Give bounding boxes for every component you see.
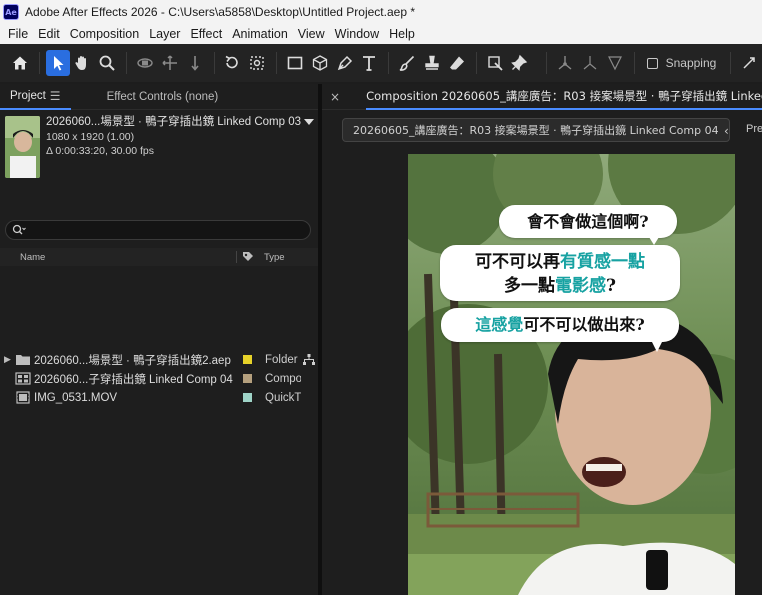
eraser-icon[interactable] <box>445 50 469 76</box>
snapping-toggle[interactable]: Snapping <box>646 56 717 70</box>
project-item-footage[interactable]: IMG_0531.MOV QuickTi <box>0 388 318 407</box>
puppet-pin-icon[interactable] <box>507 50 531 76</box>
chevron-down-icon[interactable] <box>304 118 315 125</box>
flowchart-icon[interactable] <box>303 354 315 365</box>
speech-bubble-2: 可不可以再有質感一點 多一點電影感? <box>440 245 680 301</box>
snapping-label: Snapping <box>665 56 717 70</box>
bubble-2-line2c: ? <box>606 276 616 296</box>
selected-item-resolution: 1080 x 1920 (1.00) <box>46 131 135 143</box>
folder-icon <box>16 355 30 365</box>
roto-brush-icon[interactable] <box>483 50 507 76</box>
label-color-swatch[interactable] <box>243 355 252 364</box>
search-icon <box>12 224 26 235</box>
bubble-2-line2b: 電影感 <box>555 276 607 296</box>
rotate-icon[interactable] <box>221 50 245 76</box>
composition-viewer[interactable]: 會不會做這個啊? 可不可以再有質感一點 多一點電影感? 這感覺可不可以做出來? <box>408 154 735 595</box>
project-item-composition[interactable]: 2026060...子穿插出鏡 Linked Comp 04 Compo <box>0 369 318 388</box>
label-tag-icon[interactable] <box>242 251 254 263</box>
bubble-1-text: 會不會做這個啊? <box>527 212 649 231</box>
composition-icon <box>15 372 31 385</box>
column-type[interactable]: Type <box>264 252 285 263</box>
tab-effect-controls-label: Effect Controls (none) <box>106 90 219 103</box>
speech-bubble-1: 會不會做這個啊? <box>499 205 677 245</box>
search-input[interactable] <box>30 224 290 236</box>
selected-item-duration: Δ 0:00:33:20, 30.00 fps <box>46 145 155 157</box>
selected-item-info: 2026060...場景型 · 鴨子穿插出鏡 Linked Comp 03 10… <box>46 113 315 157</box>
pen-icon[interactable] <box>333 50 357 76</box>
project-item-type: QuickTi <box>265 391 301 404</box>
footage-icon <box>16 391 30 404</box>
selected-item-name: 2026060...場景型 · 鴨子穿插出鏡 Linked Comp 03 <box>46 116 302 128</box>
text-icon[interactable] <box>358 50 382 76</box>
orbit-camera-icon[interactable] <box>133 50 157 76</box>
selected-item-thumbnail <box>5 116 40 178</box>
label-color-swatch[interactable] <box>243 393 252 402</box>
project-panel: Project ☰ Effect Controls (none) 2026060… <box>0 84 318 595</box>
bubble-2-line2a: 多一點 <box>504 276 556 296</box>
clone-stamp-icon[interactable] <box>420 50 444 76</box>
composition-breadcrumb[interactable]: 20260605_講座廣告：R03 接案場景型 · 鴨子穿插出鏡 Linked … <box>342 118 730 142</box>
bubble-2-line1a: 可不可以再 <box>475 252 560 272</box>
hand-icon[interactable] <box>71 50 95 76</box>
cube-icon[interactable] <box>308 50 332 76</box>
project-item-type: Folder <box>265 353 298 366</box>
menu-file[interactable]: File <box>4 27 34 41</box>
menu-effect[interactable]: Effect <box>186 27 228 41</box>
project-item-type: Compo <box>265 372 301 385</box>
snap-options-icon[interactable] <box>737 50 761 76</box>
axis-world-icon[interactable] <box>578 50 602 76</box>
menu-window[interactable]: Window <box>331 27 385 41</box>
project-item-name: 2026060...子穿插出鏡 Linked Comp 04 <box>34 373 233 386</box>
project-search[interactable] <box>5 220 311 240</box>
bubble-3-text-a: 這感覺 <box>475 315 524 334</box>
panel-menu-icon[interactable]: ☰ <box>50 89 61 103</box>
menu-edit[interactable]: Edit <box>34 27 66 41</box>
zoom-icon[interactable] <box>95 50 119 76</box>
tools-toolbar: Snapping <box>0 44 762 82</box>
menu-bar: File Edit Composition Layer Effect Anima… <box>0 24 762 44</box>
menu-animation[interactable]: Animation <box>228 27 294 41</box>
brush-icon[interactable] <box>395 50 419 76</box>
axis-local-icon[interactable] <box>553 50 577 76</box>
speech-bubble-3: 這感覺可不可以做出來? <box>441 308 679 352</box>
pan-behind-icon[interactable] <box>245 50 269 76</box>
expand-arrow-icon[interactable]: ▶ <box>4 354 11 365</box>
bubble-3-text-b: 可不可以做出來? <box>523 315 645 334</box>
tab-project-label: Project <box>10 89 46 102</box>
project-item-folder[interactable]: ▶ 2026060...場景型 · 鴨子穿插出鏡2.aep Folder <box>0 350 318 369</box>
bubble-2-line1b: 有質感一點 <box>560 252 645 272</box>
dolly-camera-icon[interactable] <box>183 50 207 76</box>
chevron-left-icon[interactable]: ‹ <box>724 124 729 138</box>
menu-layer[interactable]: Layer <box>145 27 186 41</box>
project-item-name: IMG_0531.MOV <box>34 391 118 404</box>
column-name[interactable]: Name <box>20 252 45 263</box>
selection-arrow-icon[interactable] <box>45 50 70 76</box>
menu-view[interactable]: View <box>294 27 331 41</box>
close-tab-icon[interactable]: × <box>330 90 340 104</box>
home-icon[interactable] <box>8 50 32 76</box>
project-item-name: 2026060...場景型 · 鴨子穿插出鏡2.aep <box>34 354 231 367</box>
pan-camera-icon[interactable] <box>158 50 182 76</box>
label-color-swatch[interactable] <box>243 374 252 383</box>
snapping-checkbox[interactable] <box>646 57 658 69</box>
project-list-header: Name Type <box>0 248 318 266</box>
preview-tab-label[interactable]: Pre <box>746 123 762 135</box>
rectangle-icon[interactable] <box>283 50 307 76</box>
after-effects-logo-icon: Ae <box>3 4 19 20</box>
tab-project[interactable]: Project ☰ <box>0 84 71 110</box>
tab-effect-controls[interactable]: Effect Controls (none) <box>97 91 229 103</box>
axis-view-icon[interactable] <box>603 50 627 76</box>
composition-panel: × Composition 20260605_講座廣告：R03 接案場景型 · … <box>322 84 762 595</box>
menu-help[interactable]: Help <box>385 27 421 41</box>
title-bar: Ae Adobe After Effects 2026 - C:\Users\a… <box>0 0 762 24</box>
menu-composition[interactable]: Composition <box>66 27 145 41</box>
composition-tab-title[interactable]: Composition 20260605_講座廣告：R03 接案場景型 · 鴨子… <box>366 84 762 110</box>
window-title: Adobe After Effects 2026 - C:\Users\a585… <box>25 5 415 19</box>
